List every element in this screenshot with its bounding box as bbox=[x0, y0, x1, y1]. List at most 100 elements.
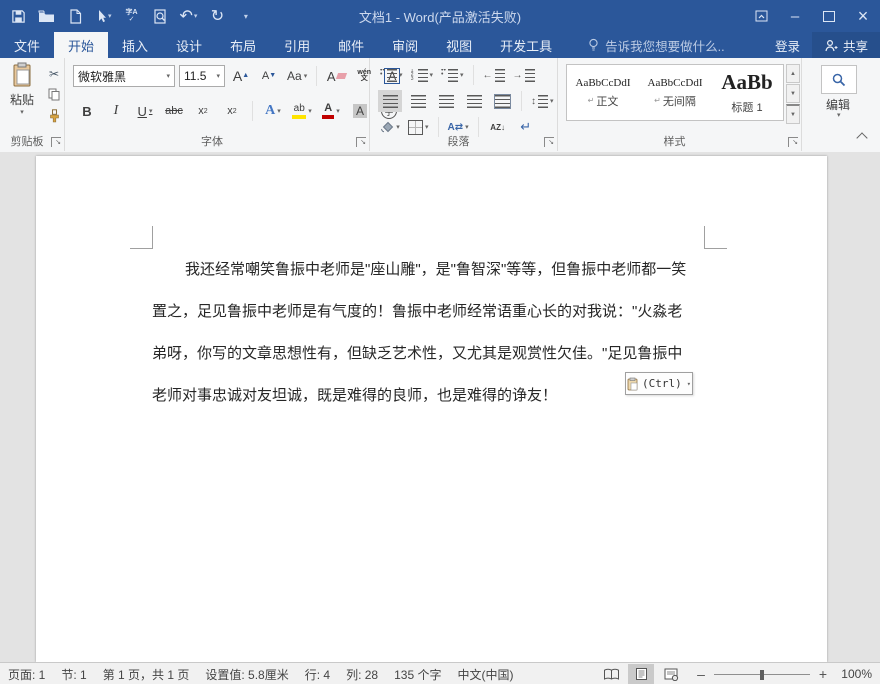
tab-insert[interactable]: 插入 bbox=[108, 32, 162, 58]
paste-options-button[interactable]: (Ctrl) ▾ bbox=[625, 372, 693, 395]
styles-dialog-launcher[interactable] bbox=[788, 137, 798, 147]
decrease-indent-button[interactable]: ← bbox=[481, 64, 507, 86]
ribbon-display-options-button[interactable] bbox=[744, 0, 778, 32]
document-text-line[interactable]: 我还经常嘲笑鲁振中老师是"座山雕"，是"鲁智深"等等，但鲁振中老师都一笑 bbox=[185, 260, 686, 279]
tab-layout[interactable]: 布局 bbox=[216, 32, 270, 58]
superscript-button[interactable]: x2 bbox=[220, 100, 244, 122]
touch-mode-button[interactable]: ▾ bbox=[95, 6, 112, 26]
clipboard-dialog-launcher[interactable] bbox=[51, 137, 61, 147]
character-shading-button[interactable]: A bbox=[348, 100, 372, 122]
document-text-line[interactable]: 弟呀，你写的文章思想性有，但缺乏艺术性，又尤其是观赏性欠佳。"足见鲁振中 bbox=[152, 344, 682, 363]
text-effects-button[interactable]: A▾ bbox=[261, 100, 285, 122]
status-word-count[interactable]: 135 个字 bbox=[394, 666, 441, 683]
style-no-spacing[interactable]: AaBbCcDdI ↵无间隔 bbox=[639, 65, 711, 120]
status-vertical-position[interactable]: 设置值: 5.8厘米 bbox=[205, 666, 288, 683]
paste-button[interactable]: 粘贴 ▾ bbox=[5, 62, 39, 116]
tab-references[interactable]: 引用 bbox=[270, 32, 324, 58]
dropdown-icon: ▾ bbox=[837, 111, 841, 119]
clipboard-mini-buttons: ✂ bbox=[42, 66, 66, 123]
multilevel-list-button[interactable]: •••▾ bbox=[439, 64, 466, 86]
italic-button[interactable]: I bbox=[104, 100, 128, 122]
zoom-slider-thumb[interactable] bbox=[760, 670, 764, 680]
zoom-out-button[interactable]: – bbox=[694, 666, 708, 682]
redo-button[interactable]: ↻ bbox=[209, 6, 225, 26]
undo-button[interactable]: ↶ ▾ bbox=[180, 6, 198, 26]
status-line-number[interactable]: 行: 4 bbox=[305, 666, 330, 683]
open-button[interactable] bbox=[38, 6, 55, 26]
styles-more-button[interactable]: ▼ bbox=[786, 104, 800, 124]
find-button[interactable] bbox=[821, 65, 857, 94]
cut-button[interactable]: ✂ bbox=[42, 66, 66, 81]
zoom-in-button[interactable]: + bbox=[816, 666, 830, 682]
separator bbox=[473, 65, 474, 85]
grow-font-button[interactable]: A▲ bbox=[229, 65, 253, 87]
align-left-button[interactable] bbox=[378, 90, 402, 112]
tab-design[interactable]: 设计 bbox=[162, 32, 216, 58]
format-painter-button[interactable] bbox=[42, 108, 66, 123]
font-size-combo[interactable]: 11.5 ▾ bbox=[179, 65, 225, 87]
style-normal[interactable]: AaBbCcDdI ↵正文 bbox=[567, 65, 639, 120]
styles-scroll-up-button[interactable]: ▲ bbox=[786, 64, 800, 83]
web-layout-button[interactable] bbox=[658, 664, 684, 684]
spelling-grammar-button[interactable]: 字A✓ bbox=[124, 6, 140, 26]
font-dialog-launcher[interactable] bbox=[356, 137, 366, 147]
styles-scroll-down-button[interactable]: ▼ bbox=[786, 84, 800, 103]
align-center-button[interactable] bbox=[406, 90, 430, 112]
status-column[interactable]: 列: 28 bbox=[346, 666, 378, 683]
minimize-button[interactable]: – bbox=[778, 0, 812, 32]
dropdown-icon: ▾ bbox=[304, 72, 308, 80]
strikethrough-button[interactable]: abc bbox=[162, 100, 186, 122]
save-button[interactable] bbox=[10, 6, 26, 26]
change-case-button[interactable]: Aa▾ bbox=[285, 65, 309, 87]
tab-view[interactable]: 视图 bbox=[432, 32, 486, 58]
read-mode-icon bbox=[603, 668, 620, 681]
copy-button[interactable] bbox=[42, 87, 66, 102]
maximize-button[interactable] bbox=[812, 0, 846, 32]
customize-qat-button[interactable]: ▾ bbox=[237, 6, 253, 26]
bullets-button[interactable]: •••▾ bbox=[378, 64, 405, 86]
new-document-button[interactable] bbox=[67, 6, 83, 26]
status-page-of-pages[interactable]: 第 1 页，共 1 页 bbox=[103, 666, 190, 683]
tab-mailings[interactable]: 邮件 bbox=[324, 32, 378, 58]
status-section[interactable]: 节: 1 bbox=[61, 666, 86, 683]
tab-file[interactable]: 文件 bbox=[0, 32, 54, 58]
share-button[interactable]: 共享 bbox=[812, 32, 880, 58]
sup-two: 2 bbox=[233, 108, 237, 115]
distribute-button[interactable] bbox=[490, 90, 514, 112]
bold-button[interactable]: B bbox=[75, 100, 99, 122]
sign-in-button[interactable]: 登录 bbox=[763, 32, 812, 58]
read-mode-button[interactable] bbox=[598, 664, 624, 684]
tell-me-box[interactable]: 告诉我您想要做什么.. bbox=[588, 32, 724, 58]
numbering-button[interactable]: 123▾ bbox=[409, 64, 436, 86]
tab-home[interactable]: 开始 bbox=[54, 32, 108, 58]
tab-developer[interactable]: 开发工具 bbox=[486, 32, 566, 58]
document-text-line[interactable]: 老师对事忠诚对友坦诚，既是难得的良师，也是难得的诤友！ bbox=[152, 386, 557, 405]
status-page-number[interactable]: 页面: 1 bbox=[8, 666, 45, 683]
highlight-button[interactable]: ab ▾ bbox=[290, 100, 314, 122]
font-color-icon: A bbox=[322, 103, 334, 119]
title-bar: ▾ 字A✓ ↶ ▾ ↻ ▾ 文档1 - Word(产品激活失败) bbox=[0, 0, 880, 32]
shrink-font-button[interactable]: A▼ bbox=[257, 65, 281, 87]
paragraph-dialog-launcher[interactable] bbox=[544, 137, 554, 147]
zoom-percent[interactable]: 100% bbox=[836, 667, 872, 681]
zoom-slider-track[interactable] bbox=[714, 674, 810, 675]
style-heading1[interactable]: AaBb 标题 1 bbox=[711, 65, 783, 120]
clear-formatting-button[interactable]: A bbox=[324, 65, 348, 87]
justify-button[interactable] bbox=[462, 90, 486, 112]
down-icon: ▼ bbox=[790, 91, 796, 97]
print-layout-button[interactable] bbox=[628, 664, 654, 684]
status-language[interactable]: 中文(中国) bbox=[457, 666, 513, 683]
tab-review[interactable]: 审阅 bbox=[378, 32, 432, 58]
close-button[interactable]: × bbox=[846, 0, 880, 32]
numbering-icon: 123 bbox=[411, 69, 428, 82]
document-text-line[interactable]: 置之，足见鲁振中老师是有气度的！鲁振中老师经常语重心长的对我说："火淼老 bbox=[152, 302, 682, 321]
align-right-button[interactable] bbox=[434, 90, 458, 112]
tell-me-label: 告诉我您想要做什么.. bbox=[605, 36, 724, 55]
line-spacing-button[interactable]: ↕▾ bbox=[529, 90, 556, 112]
font-color-button[interactable]: A ▾ bbox=[319, 100, 343, 122]
increase-indent-button[interactable]: → bbox=[511, 64, 537, 86]
subscript-button[interactable]: x2 bbox=[191, 100, 215, 122]
font-name-combo[interactable]: 微软雅黑 ▾ bbox=[73, 65, 175, 87]
underline-button[interactable]: U▾ bbox=[133, 100, 157, 122]
print-preview-button[interactable] bbox=[152, 6, 168, 26]
